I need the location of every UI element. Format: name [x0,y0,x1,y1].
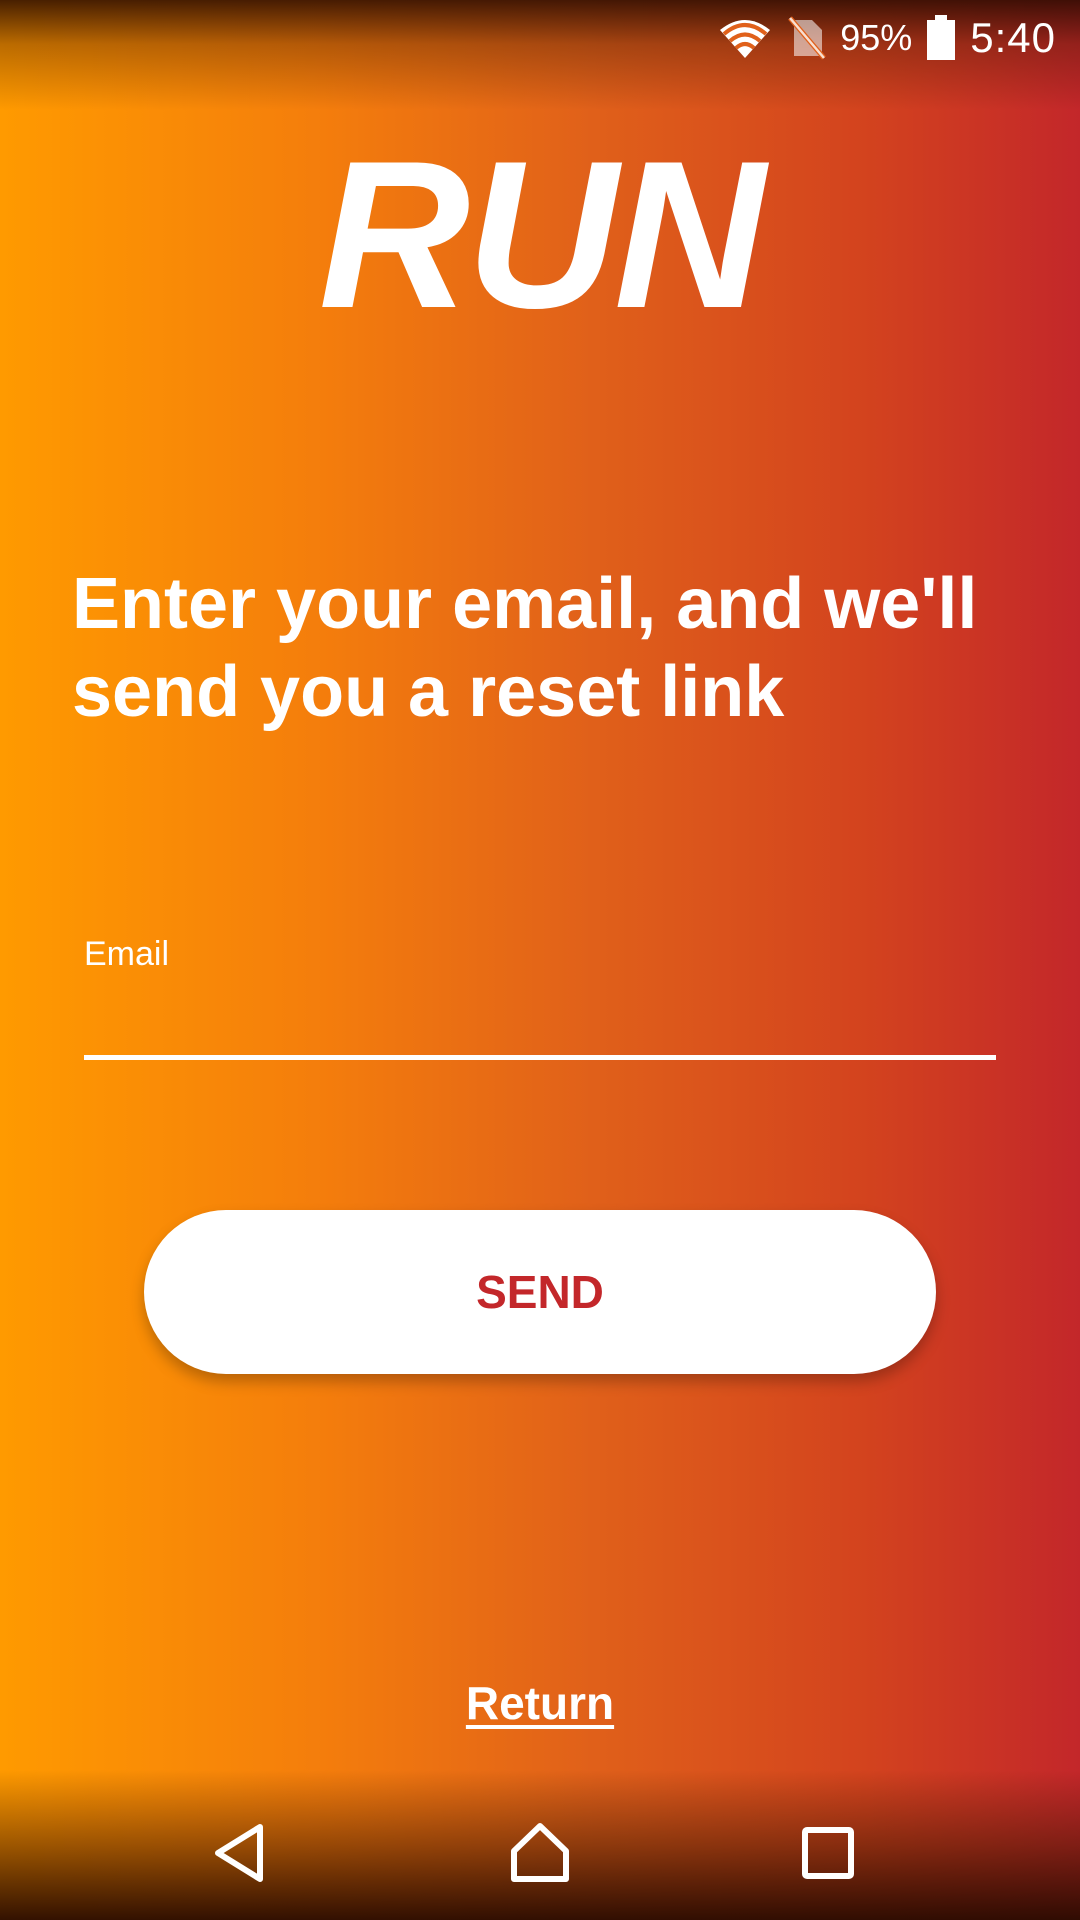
forgot-password-screen: 95% 5:40 RUN Enter your email, and we'll… [0,0,1080,1920]
navigation-bar [0,1770,1080,1920]
email-field[interactable] [84,985,996,1060]
no-sim-icon [786,16,827,60]
status-bar: 95% 5:40 [0,0,1080,72]
battery-icon [926,15,956,61]
email-label: Email [84,935,170,973]
reset-instructions-heading: Enter your email, and we'll send you a r… [72,564,978,732]
clock: 5:40 [970,14,1056,61]
return-link[interactable]: Return [466,1677,614,1729]
send-button[interactable]: SEND [144,1210,936,1374]
app-logo: RUN [318,117,766,352]
recents-icon [800,1825,856,1886]
back-icon [210,1822,270,1889]
home-button[interactable] [480,1800,600,1910]
wifi-icon [718,16,772,60]
battery-percent: 95% [840,17,913,58]
recents-button[interactable] [768,1800,888,1910]
back-button[interactable] [180,1800,300,1910]
home-icon [508,1821,572,1890]
return-link-container: Return [0,1676,1080,1730]
status-icons: 95% 5:40 [718,10,1056,66]
